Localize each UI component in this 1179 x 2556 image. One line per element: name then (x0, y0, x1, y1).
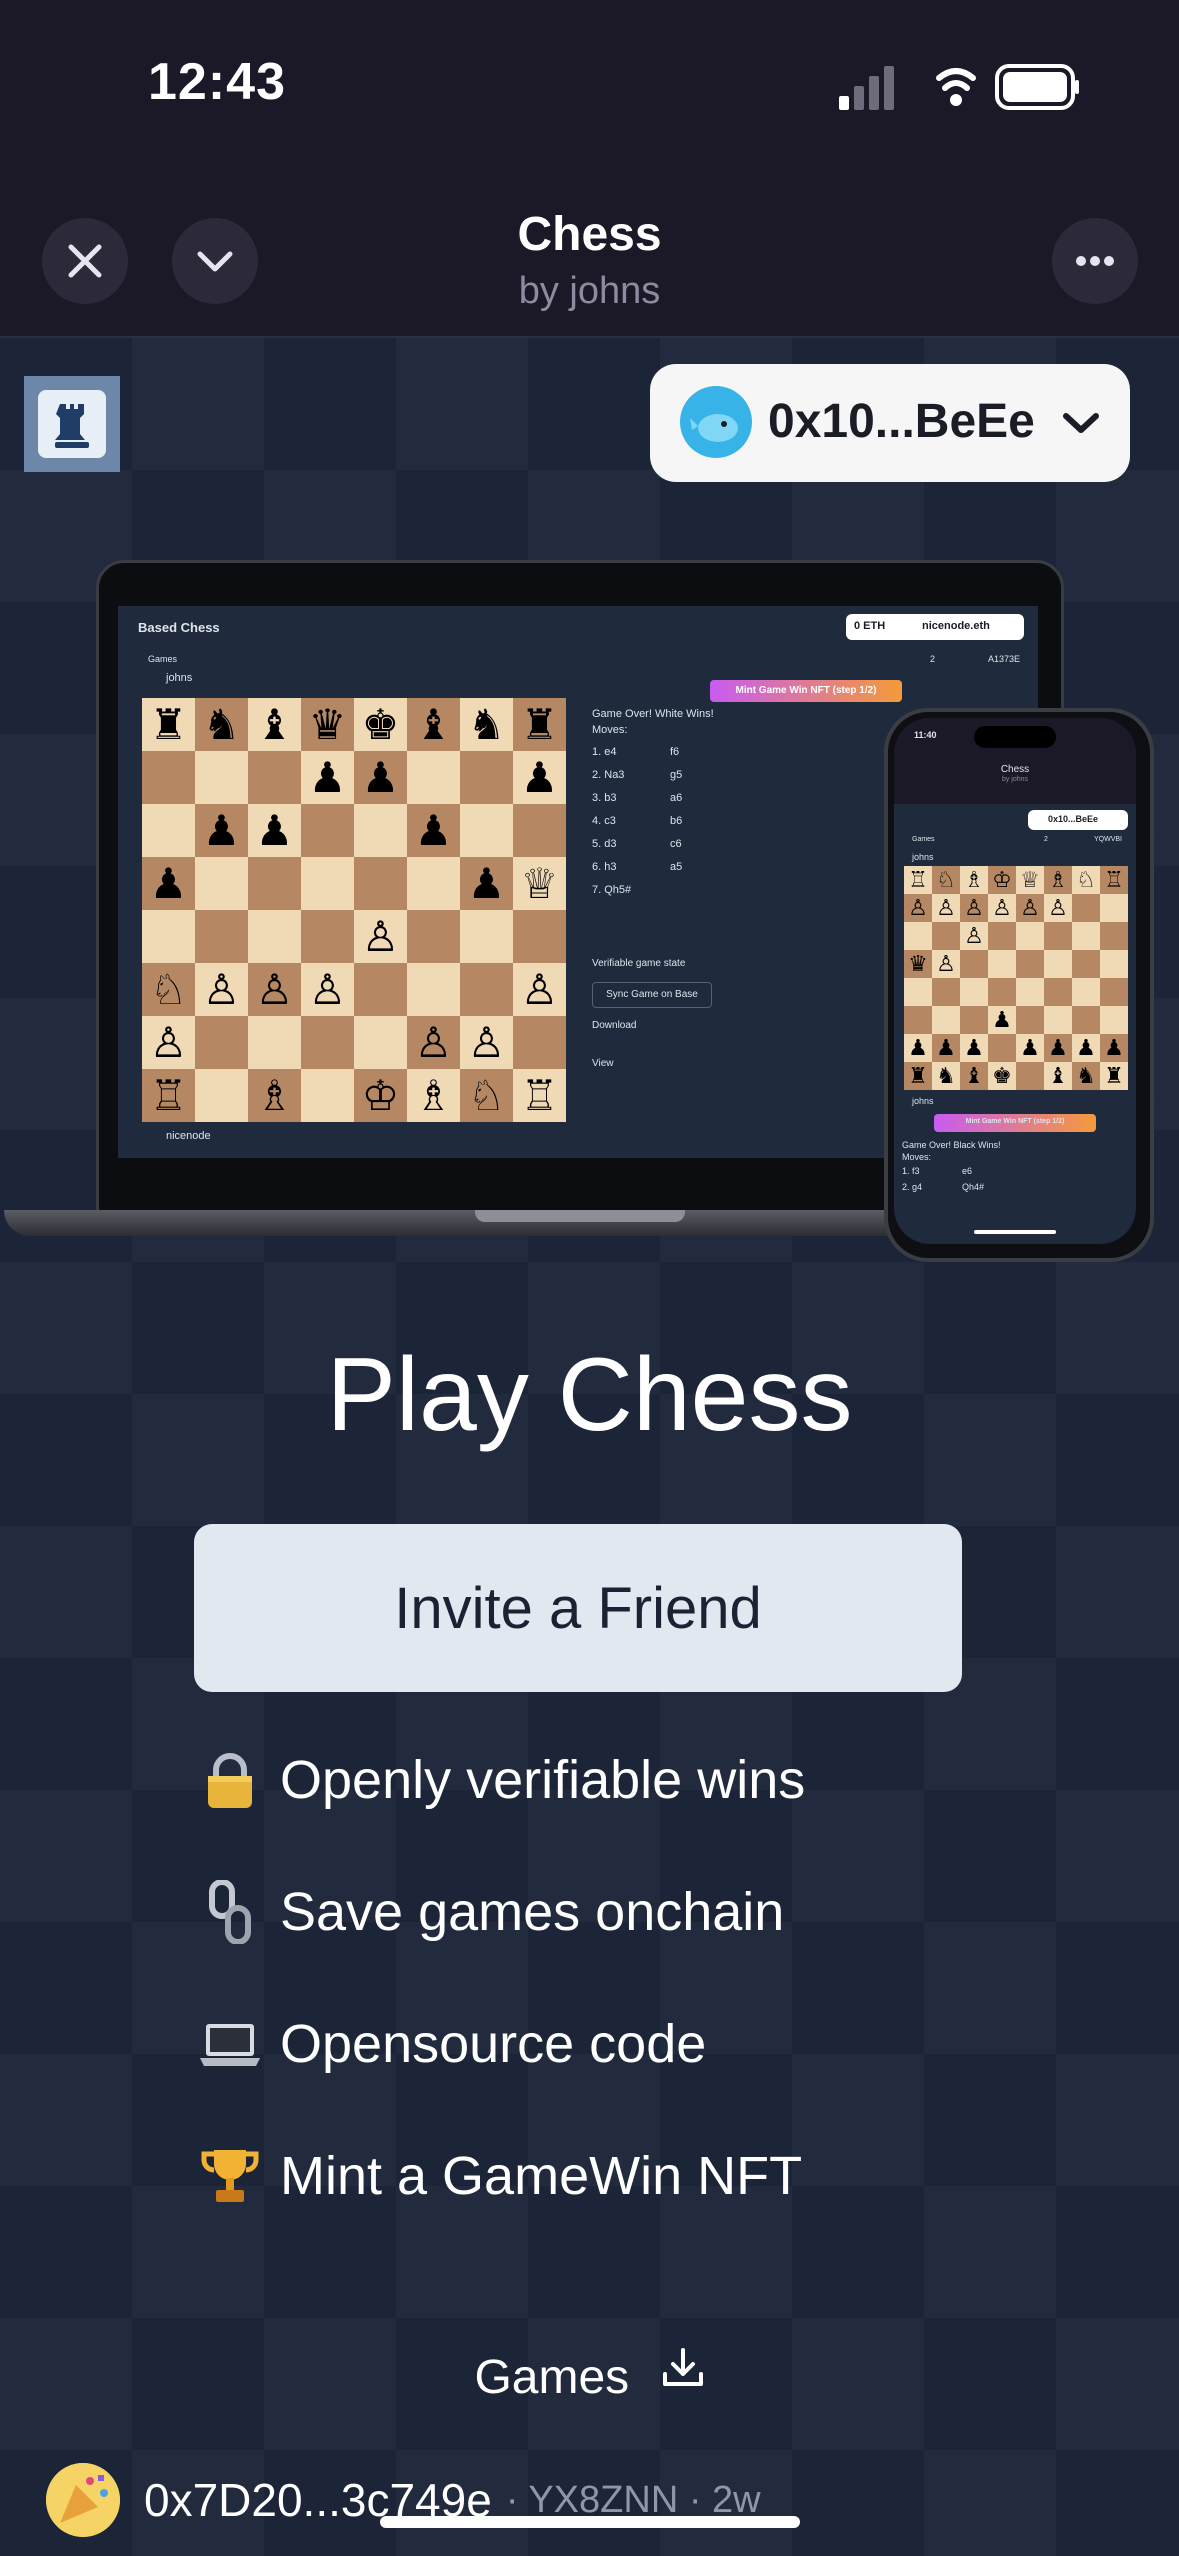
phone-top-player: johns (912, 852, 934, 862)
phone-subtitle: by johns (1001, 776, 1029, 783)
phone-time: 11:40 (914, 730, 937, 740)
screenshot-move: g5 (670, 769, 683, 781)
screenshot-bottom-player: nicenode (166, 1130, 211, 1142)
screenshot-top-player: johns (166, 672, 193, 684)
screenshot-views: 2 (930, 654, 936, 664)
phone-title: Chess (1000, 764, 1030, 775)
screenshot-back-label: Games (148, 654, 178, 664)
phone-wallet-pill: 0x10...BeEe (1028, 810, 1128, 830)
feature-label: Save games onchain (280, 1882, 785, 1942)
screenshot-result: Game Over! White Wins! (592, 708, 714, 720)
feature-label: Mint a GameWin NFT (280, 2146, 803, 2206)
download-icon (662, 2348, 703, 2386)
lock-icon (198, 1748, 262, 1812)
wallet-address: 0x10...BeEe (768, 395, 1035, 448)
whale-icon (690, 414, 738, 442)
more-icon (1076, 256, 1114, 266)
screenshot-ens-name: nicenode.eth (922, 620, 990, 632)
screenshot-mint-button: Mint Game Win NFT (step 1/2) (710, 680, 902, 702)
feature-item: Save games onchain (198, 1872, 784, 1952)
screenshot-move: f6 (670, 746, 680, 758)
screenshot-verify-label: Verifiable game state (592, 958, 686, 969)
feature-item: Opensource code (198, 2004, 706, 2084)
screenshot-move: 1. e4 (592, 746, 617, 758)
page-title: Chess (517, 208, 662, 261)
phone-result: Game Over! Black Wins! (902, 1140, 1001, 1150)
phone-move: 1. f3 (902, 1166, 920, 1176)
play-chess-heading: Play Chess (326, 1337, 853, 1453)
wallet-button[interactable]: 0x10...BeEe (650, 364, 1130, 482)
feature-label: Opensource code (280, 2014, 707, 2074)
games-link-label: Games (474, 2350, 630, 2404)
phone-moves-label: Moves: (902, 1152, 932, 1162)
more-button[interactable] (1052, 218, 1138, 304)
feature-item: Mint a GameWin NFT (198, 2136, 802, 2216)
laptop-notch (475, 1210, 685, 1222)
chevron-down-icon (1063, 413, 1099, 433)
screenshot-move: 2. Na3 (592, 769, 625, 781)
laptop-icon (198, 2012, 262, 2076)
phone-home-indicator (974, 1230, 1056, 1234)
phone-move: Qh4# (962, 1182, 985, 1192)
signal-icon (839, 64, 1079, 110)
app-header: 12:43 Chess by johns (0, 0, 1179, 338)
phone-views: 2 (1044, 836, 1048, 843)
dynamic-island (974, 726, 1056, 748)
phone-back-label: Games (912, 836, 935, 843)
screenshot-download-label: Download (592, 1020, 637, 1031)
phone-bottom-player: johns (912, 1096, 934, 1106)
feature-label: Openly verifiable wins (280, 1750, 806, 1810)
screenshot-move: 7. Qh5# (592, 884, 632, 896)
status-icons (839, 62, 1079, 112)
creator-avatar (46, 2463, 120, 2537)
phone-move: e6 (962, 1166, 973, 1176)
screenshot-wallet-pill: 0 ETH nicenode.eth (846, 614, 1024, 640)
screenshot-view-label: View (592, 1058, 614, 1069)
feature-item: Openly verifiable wins (198, 1740, 805, 1820)
creator-footer[interactable]: 0x7D20...3c749e · YX8ZNN · 2w (46, 2460, 761, 2540)
screenshot-move: a6 (670, 792, 683, 804)
phone-move: 2. g4 (902, 1182, 923, 1192)
app-logo (24, 376, 120, 472)
status-time: 12:43 (148, 53, 286, 111)
screenshot-move: 3. b3 (592, 792, 617, 804)
screenshot-move: c6 (670, 838, 682, 850)
screenshot-sync-button: Sync Game on Base (592, 982, 712, 1008)
phone-game-id: YQWVBI (1094, 836, 1123, 843)
screenshot-game-id: A1373E (988, 654, 1021, 664)
phone-screenshot: 11:40 Chess by johns 0x10...BeEe Games 2… (894, 718, 1136, 1244)
games-download-link[interactable]: Games (0, 2346, 1179, 2405)
rook-icon (55, 404, 89, 448)
phone-chessboard: ♖ ♘ ♗ ♔ ♕ ♗ ♘ ♖ ♙ ♙ ♙ ♙ ♙ ♙ ♙ ♛ ♙ ♟ ♟ ♟ ♟ ♟ ♟ ♟ ♟ ♜ ♞ ♝ ♚ ♝ ♞ ♜ (904, 866, 1128, 1090)
phone-mint-button: Mint Game Win NFT (step 1/2) (934, 1114, 1096, 1132)
screenshot-app-title: Based Chess (138, 620, 220, 635)
screenshot-moves-label: Moves: (592, 724, 628, 736)
page-subtitle: by johns (518, 270, 661, 312)
screenshot-move: 4. c3 (592, 815, 616, 827)
home-indicator (380, 2516, 800, 2528)
screenshot-chessboard: ♜ ♞ ♝ ♛ ♚ ♝ ♞ ♜ ♟ ♟ ♟ ♟ ♟ ♟ ♟ ♟ ♕ ♙ ♘ ♙ ♙ ♙ ♙ ♙ ♙ ♙ ♖ ♗ ♔ ♗ ♘ ♖ (142, 698, 566, 1122)
screenshot-move: 6. h3 (592, 861, 617, 873)
invite-friend-button[interactable]: Invite a Friend (194, 1524, 962, 1692)
party-popper-icon (46, 2463, 120, 2537)
wallet-avatar (680, 386, 752, 458)
screenshot-move: a5 (670, 861, 683, 873)
screenshot-eth-balance: 0 ETH (854, 620, 886, 632)
screenshot-move: 5. d3 (592, 838, 617, 850)
trophy-icon (198, 2144, 262, 2208)
screenshot-move: b6 (670, 815, 683, 827)
chain-icon (198, 1879, 262, 1945)
